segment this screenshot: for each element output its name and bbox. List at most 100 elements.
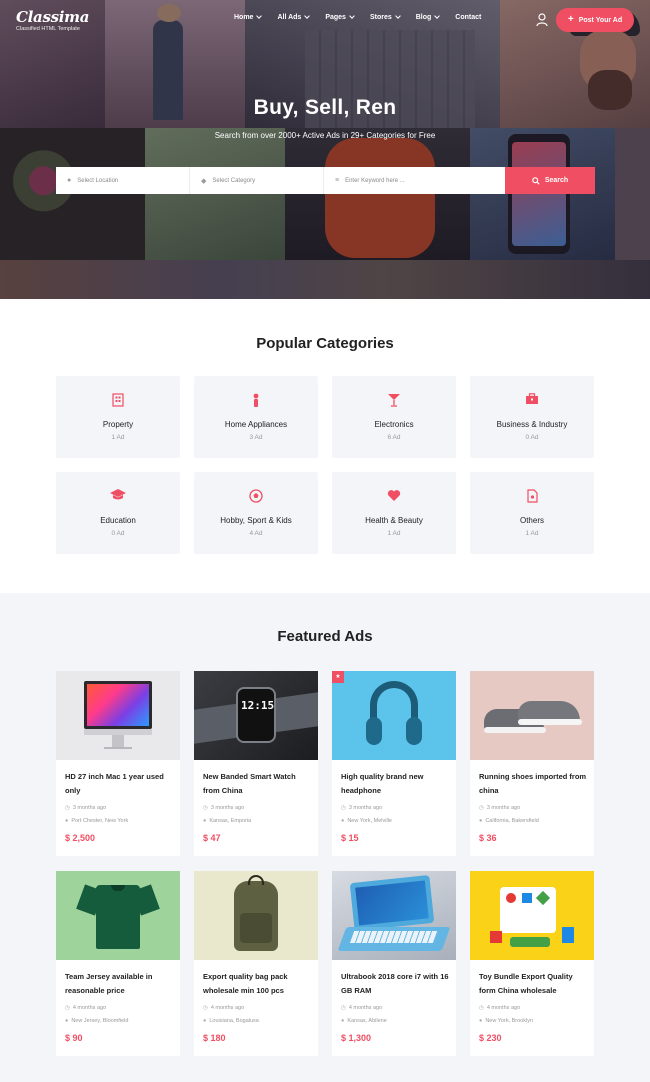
- ad-card[interactable]: Team Jersey available in reasonable pric…: [56, 871, 180, 1056]
- ad-time: ◷ 3 months ago: [479, 805, 520, 811]
- category-name: Electronics: [374, 420, 414, 429]
- user-icon[interactable]: [536, 13, 548, 27]
- ad-title[interactable]: Export quality bag pack wholesale min 10…: [203, 970, 311, 998]
- ad-image-smart-watch[interactable]: 12:15: [194, 671, 318, 760]
- ad-location-text: Kansas, Abilene: [347, 1018, 387, 1024]
- ad-title[interactable]: High quality brand new headphone: [341, 770, 449, 798]
- ad-image-backpack[interactable]: [194, 871, 318, 960]
- ad-price: $ 180: [203, 1033, 226, 1043]
- post-ad-button[interactable]: + Post Your Ad: [556, 8, 634, 32]
- chevron-down-icon: [394, 13, 401, 19]
- search-button[interactable]: Search: [505, 167, 595, 194]
- keyword-input[interactable]: ≡ Enter Keyword here ...: [324, 167, 505, 194]
- category-card-home-appliances[interactable]: Home Appliances 3 Ad: [194, 376, 318, 458]
- ad-image-headphone[interactable]: ★: [332, 671, 456, 760]
- category-card-others[interactable]: Others 1 Ad: [470, 472, 594, 554]
- category-count: 1 Ad: [111, 434, 125, 441]
- category-card-electronics[interactable]: Electronics 6 Ad: [332, 376, 456, 458]
- map-pin-icon: ●: [341, 1018, 345, 1024]
- ad-image-running-shoes[interactable]: [470, 671, 594, 760]
- map-pin-icon: ●: [479, 818, 483, 824]
- category-count: 3 Ad: [249, 434, 263, 441]
- menu-item-pages[interactable]: Pages: [325, 13, 355, 21]
- location-select[interactable]: ● Select Location: [56, 167, 190, 194]
- category-name: Health & Beauty: [365, 516, 423, 525]
- ad-title[interactable]: Running shoes imported from china: [479, 770, 587, 798]
- briefcase-icon: [522, 393, 542, 409]
- ad-location: ● New York, Brooklyn: [479, 1018, 533, 1024]
- category-card-education[interactable]: Education 0 Ad: [56, 472, 180, 554]
- ad-time-text: 3 months ago: [348, 805, 383, 811]
- ad-location: ● New Jersey, Bloomfield: [65, 1018, 128, 1024]
- menu-item-home[interactable]: Home: [234, 13, 263, 21]
- ad-image-imac[interactable]: [56, 671, 180, 760]
- category-name: Property: [102, 420, 134, 429]
- ad-time-text: 3 months ago: [486, 805, 521, 811]
- logo[interactable]: Classima Classified HTML Template: [16, 9, 89, 32]
- hero-title: Buy, Sell, Ren: [253, 96, 397, 119]
- category-card-property[interactable]: Property 1 Ad: [56, 376, 180, 458]
- ad-location-text: Kansas, Emporia: [209, 818, 252, 824]
- ad-card[interactable]: Running shoes imported from china ◷ 3 mon…: [470, 671, 594, 856]
- menu-item-stores[interactable]: Stores: [369, 13, 401, 21]
- category-card-hobby-sport-kids[interactable]: Hobby, Sport & Kids 4 Ad: [194, 472, 318, 554]
- ad-location: ● Kansas, Abilene: [341, 1018, 387, 1024]
- menu-item-blog[interactable]: Blog: [416, 13, 441, 21]
- ad-location: ● California, Bakersfield: [479, 818, 539, 824]
- ad-title[interactable]: New Banded Smart Watch from China: [203, 770, 311, 798]
- ad-time: ◷ 3 months ago: [341, 805, 382, 811]
- map-pin-icon: ●: [65, 818, 69, 824]
- clock-icon: ◷: [479, 1005, 484, 1011]
- ad-card[interactable]: HD 27 inch Mac 1 year used only ◷ 3 month…: [56, 671, 180, 856]
- menu-label: Stores: [369, 14, 392, 21]
- categories-title: Popular Categories: [256, 335, 394, 352]
- map-pin-icon: ●: [203, 818, 207, 824]
- logo-tagline: Classified HTML Template: [16, 26, 80, 32]
- ad-title[interactable]: Team Jersey available in reasonable pric…: [65, 970, 173, 998]
- category-card-health-beauty[interactable]: Health & Beauty 1 Ad: [332, 472, 456, 554]
- ad-time: ◷ 4 months ago: [341, 1005, 382, 1011]
- ad-time: ◷ 3 months ago: [203, 805, 244, 811]
- menu-label: Pages: [325, 14, 346, 21]
- category-count: 1 Ad: [387, 530, 401, 537]
- map-pin-icon: ●: [65, 1018, 69, 1024]
- ad-card[interactable]: 12:15 New Banded Smart Watch from China …: [194, 671, 318, 856]
- ad-price: $ 2,500: [65, 833, 96, 843]
- menu-label: Contact: [455, 14, 482, 21]
- menu-item-contact[interactable]: Contact: [455, 14, 481, 21]
- ad-title[interactable]: Toy Bundle Export Quality form China who…: [479, 970, 587, 998]
- ad-image-toy-bundle[interactable]: [470, 871, 594, 960]
- ad-title[interactable]: HD 27 inch Mac 1 year used only: [65, 770, 173, 798]
- ad-time-text: 4 months ago: [72, 1005, 107, 1011]
- menu-item-all-ads[interactable]: All Ads: [277, 13, 311, 21]
- watch-face-time: 12:15: [241, 699, 275, 712]
- ad-location: ● Louisiana, Bogalusa: [203, 1018, 259, 1024]
- ad-card[interactable]: ★ High quality brand new headphone ◷ 3 mo…: [332, 671, 456, 856]
- ad-time: ◷ 3 months ago: [65, 805, 106, 811]
- ad-time-text: 4 months ago: [348, 1005, 383, 1011]
- category-count: 6 Ad: [387, 434, 401, 441]
- tag-icon: ◆: [201, 177, 207, 185]
- ad-price: $ 36: [479, 833, 497, 843]
- ad-image-ultrabook[interactable]: [332, 871, 456, 960]
- ad-card[interactable]: Toy Bundle Export Quality form China who…: [470, 871, 594, 1056]
- category-select[interactable]: ◆ Select Category: [190, 167, 324, 194]
- ad-location: ● Port Chester, New York: [65, 818, 128, 824]
- featured-badge-icon: ★: [332, 671, 344, 683]
- category-placeholder: Select Category: [212, 177, 256, 184]
- clock-icon: ◷: [203, 805, 208, 811]
- search-bar: ● Select Location ◆ Select Category ≡ En…: [56, 167, 595, 194]
- category-count: 0 Ad: [525, 434, 539, 441]
- category-count: 0 Ad: [111, 530, 125, 537]
- ad-card[interactable]: Ultrabook 2018 core i7 with 16 GB RAM ◷ 4…: [332, 871, 456, 1056]
- map-pin-icon: ●: [67, 177, 72, 184]
- ad-time-text: 3 months ago: [210, 805, 245, 811]
- clock-icon: ◷: [65, 1005, 70, 1011]
- chevron-down-icon: [256, 13, 263, 19]
- menu-label: All Ads: [277, 14, 302, 21]
- ad-title[interactable]: Ultrabook 2018 core i7 with 16 GB RAM: [341, 970, 449, 998]
- ad-card[interactable]: Export quality bag pack wholesale min 10…: [194, 871, 318, 1056]
- building-icon: [108, 393, 128, 409]
- category-card-business-industry[interactable]: Business & Industry 0 Ad: [470, 376, 594, 458]
- ad-image-jersey[interactable]: [56, 871, 180, 960]
